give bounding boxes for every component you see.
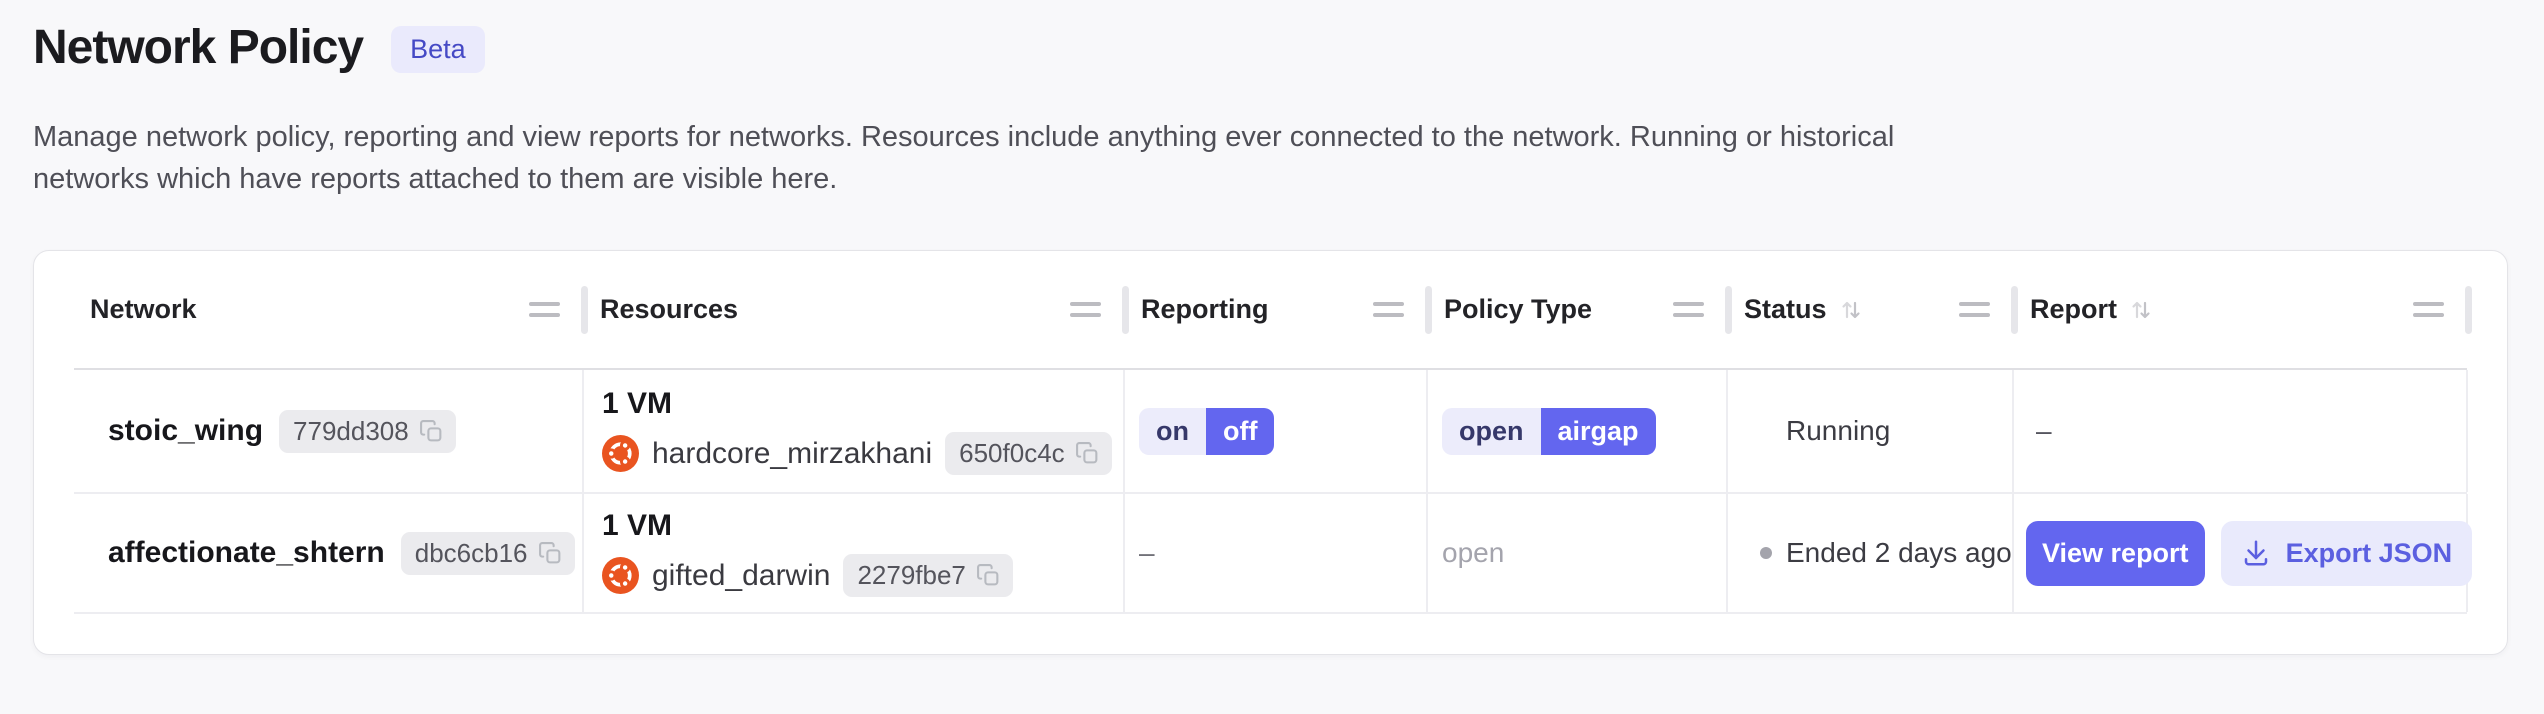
network-cell: stoic_wing 779dd308 — [74, 370, 584, 492]
status-cell: Ended 2 days ago — [1728, 494, 2014, 612]
network-name: affectionate_shtern — [108, 536, 385, 570]
network-cell: affectionate_shtern dbc6cb16 — [74, 494, 584, 612]
table-row: affectionate_shtern dbc6cb16 1 VM — [74, 494, 2467, 614]
page-description-line-2: networks which have reports attached to … — [33, 158, 2508, 200]
sort-icon[interactable] — [2129, 296, 2153, 323]
column-label-network: Network — [90, 294, 197, 325]
column-header-policy-type: Policy Type — [1428, 251, 1728, 368]
view-report-button[interactable]: View report — [2026, 521, 2205, 586]
network-id-badge: 779dd308 — [279, 410, 456, 453]
status-text: Running — [1786, 415, 1890, 447]
column-header-reporting: Reporting — [1125, 251, 1428, 368]
reporting-placeholder: – — [1139, 537, 1155, 569]
status-cell: Running — [1728, 370, 2014, 492]
resources-count: 1 VM — [602, 387, 672, 421]
resources-count: 1 VM — [602, 509, 672, 543]
policy-type-toggle: open airgap — [1442, 408, 1656, 455]
network-id: dbc6cb16 — [415, 538, 528, 569]
policy-type-text: open — [1442, 537, 1504, 569]
beta-badge: Beta — [391, 26, 485, 73]
reporting-cell: on off — [1125, 370, 1428, 492]
column-resize-handle[interactable] — [529, 302, 560, 317]
policy-type-cell: open — [1428, 494, 1728, 612]
table-header-row: Network Resources Reporting Policy Type — [74, 251, 2467, 370]
reporting-toggle: on off — [1139, 408, 1274, 455]
ubuntu-logo-icon — [602, 557, 639, 594]
table-row: stoic_wing 779dd308 1 VM — [74, 370, 2467, 494]
vm-id-badge: 650f0c4c — [945, 432, 1112, 475]
network-id: 779dd308 — [293, 416, 409, 447]
ubuntu-logo-icon — [602, 435, 639, 472]
report-placeholder: – — [2036, 415, 2052, 447]
column-resize-handle[interactable] — [1373, 302, 1404, 317]
report-cell: View report Export JSON — [2014, 494, 2468, 612]
toggle-option-open[interactable]: open — [1442, 408, 1541, 455]
column-label-status: Status — [1744, 294, 1827, 325]
column-header-report[interactable]: Report — [2014, 251, 2468, 368]
resources-cell: 1 VM hardcore_mirzakhani 650f0c4c — [584, 370, 1125, 492]
column-separator — [1425, 286, 1432, 334]
sort-icon[interactable] — [1839, 296, 1863, 323]
column-separator — [581, 286, 588, 334]
export-json-button[interactable]: Export JSON — [2221, 521, 2473, 586]
vm-id: 650f0c4c — [959, 438, 1065, 469]
column-label-resources: Resources — [600, 294, 738, 325]
network-id-badge: dbc6cb16 — [401, 532, 575, 575]
copy-icon[interactable] — [419, 419, 444, 444]
page-description: Manage network policy, reporting and vie… — [33, 116, 2508, 200]
vm-name: gifted_darwin — [652, 559, 830, 593]
page-description-line-1: Manage network policy, reporting and vie… — [33, 116, 2508, 158]
page-header: Network Policy Beta — [33, 20, 2508, 76]
column-resize-handle[interactable] — [2413, 302, 2444, 317]
status-dot — [1760, 547, 1772, 559]
column-resize-handle[interactable] — [1070, 302, 1101, 317]
copy-icon[interactable] — [538, 541, 563, 566]
vm-id-badge: 2279fbe7 — [843, 554, 1012, 597]
column-header-status[interactable]: Status — [1728, 251, 2014, 368]
network-name: stoic_wing — [108, 414, 263, 448]
toggle-option-airgap[interactable]: airgap — [1541, 408, 1656, 455]
network-policy-page: Network Policy Beta Manage network polic… — [0, 0, 2544, 714]
report-cell: – — [2014, 370, 2468, 492]
download-icon — [2241, 538, 2271, 568]
column-separator — [1122, 286, 1129, 334]
column-label-policy-type: Policy Type — [1444, 294, 1592, 325]
status-text: Ended 2 days ago — [1786, 537, 2012, 569]
networks-table-card: Network Resources Reporting Policy Type — [33, 250, 2508, 655]
copy-icon[interactable] — [976, 563, 1001, 588]
column-resize-handle[interactable] — [1673, 302, 1704, 317]
toggle-option-off[interactable]: off — [1206, 408, 1274, 455]
column-header-resources: Resources — [584, 251, 1125, 368]
column-separator — [2011, 286, 2018, 334]
resources-cell: 1 VM gifted_darwin 2279fbe7 — [584, 494, 1125, 612]
column-resize-handle[interactable] — [1959, 302, 1990, 317]
copy-icon[interactable] — [1075, 441, 1100, 466]
reporting-cell: – — [1125, 494, 1428, 612]
column-separator — [1725, 286, 1732, 334]
column-label-report: Report — [2030, 294, 2117, 325]
column-separator — [2465, 286, 2472, 334]
export-json-label: Export JSON — [2286, 538, 2453, 569]
toggle-option-on[interactable]: on — [1139, 408, 1206, 455]
column-header-network: Network — [74, 251, 584, 368]
vm-id: 2279fbe7 — [857, 560, 965, 591]
column-label-reporting: Reporting — [1141, 294, 1269, 325]
vm-name: hardcore_mirzakhani — [652, 437, 932, 471]
page-title: Network Policy — [33, 20, 363, 76]
policy-type-cell: open airgap — [1428, 370, 1728, 492]
